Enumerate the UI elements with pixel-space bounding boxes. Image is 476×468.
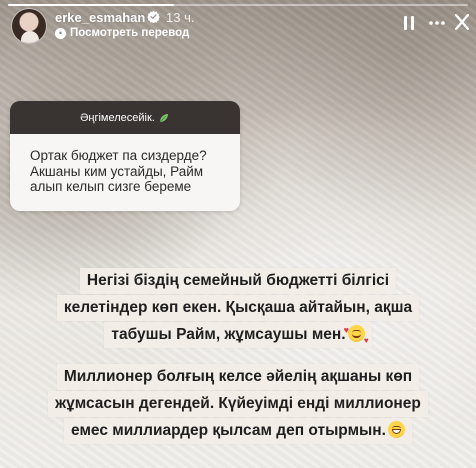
smiling-face-with-hearts-icon [344, 320, 369, 351]
answer-line: Негізі біздің семейный бюджетті білгісі [79, 268, 397, 294]
leaf-icon [159, 113, 168, 122]
answer-line: Миллионер болғың келсе әйелің ақшаны көп [56, 364, 420, 390]
verified-badge-icon [147, 10, 160, 23]
time-ago: 13 ч. [166, 10, 195, 25]
answer-paragraph-1: Негізі біздің семейный бюджетті білгісі … [0, 268, 476, 351]
answer-line: келетіндер көп екен. Қысқаша айтайын, ақ… [56, 295, 420, 321]
answer-line: табушы Райм, жұмсаушы мен. [104, 320, 372, 351]
question-sticker-title: Әңгімелесейік. [80, 111, 155, 124]
answer-line: емес миллиардер қылсам деп отырмын. [64, 418, 412, 444]
answer-line: жұмсасын дегендей. Күйеуімді енді миллио… [48, 391, 428, 417]
question-sticker-header: Әңгімелесейік. [10, 101, 240, 134]
avatar[interactable] [11, 8, 47, 44]
more-icon[interactable] [428, 14, 446, 32]
question-sticker-text: Ортак бюджет па сиздерде? Акшаны ким уст… [10, 134, 240, 211]
answer-paragraph-2: Миллионер болғың келсе әйелің ақшаны көп… [0, 364, 476, 445]
grinning-face-icon [387, 421, 405, 438]
question-sticker[interactable]: Әңгімелесейік. Ортак бюджет па сиздерде?… [10, 101, 240, 211]
pause-icon[interactable] [400, 14, 418, 32]
close-icon[interactable] [453, 12, 471, 32]
story-header: erke_esmahan 13 ч. • Посмотреть перевод [0, 0, 476, 52]
translate-label: Посмотреть перевод [70, 27, 190, 39]
username[interactable]: erke_esmahan [55, 10, 145, 25]
translate-icon: • [55, 28, 66, 39]
